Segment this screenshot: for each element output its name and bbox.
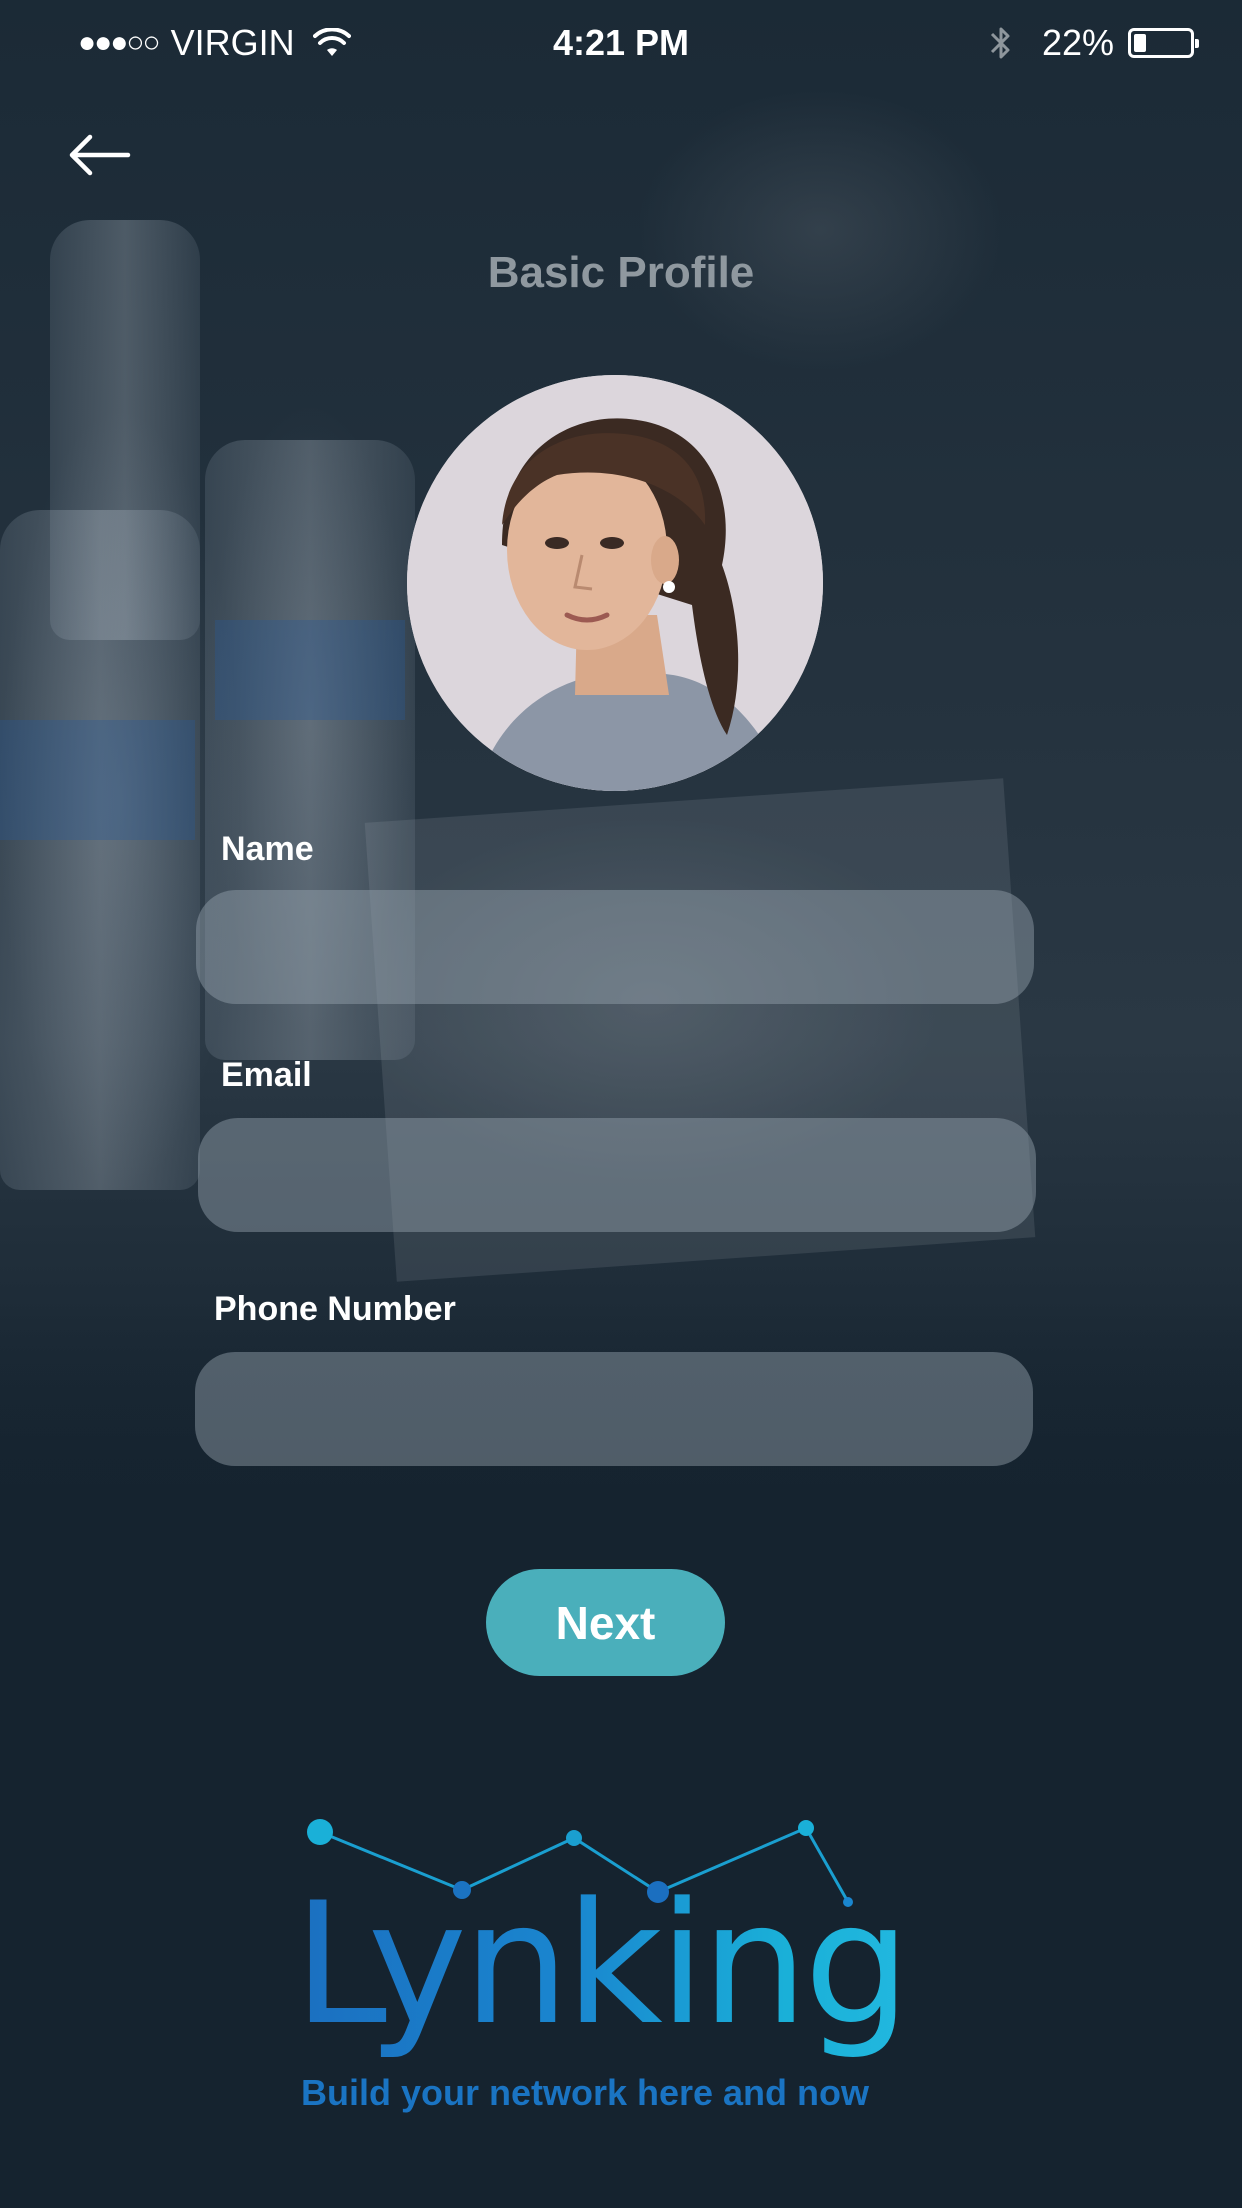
back-button[interactable] <box>64 130 152 200</box>
lynking-logo: Lynking <box>290 1800 911 2080</box>
arrow-left-icon <box>69 134 131 176</box>
phone-number-label: Phone Number <box>214 1290 456 1328</box>
battery-level-fill <box>1134 34 1146 52</box>
profile-photo <box>407 375 823 791</box>
background-bottle-label <box>215 620 405 720</box>
profile-avatar[interactable] <box>407 375 823 791</box>
tagline: Build your network here and now <box>300 2072 870 2113</box>
page-title: Basic Profile <box>487 248 755 297</box>
background-bottle <box>0 510 200 1190</box>
basic-profile-screen: ●●●○○ VIRGIN 4:21 PM 22% Basic Profile N… <box>0 0 1242 2208</box>
logo-wordmark: Lynking <box>290 1866 910 2062</box>
status-bar: ●●●○○ VIRGIN 4:21 PM 22% <box>0 0 1242 90</box>
next-button[interactable]: Next <box>486 1569 725 1676</box>
status-right: 22% <box>988 22 1199 64</box>
battery-icon <box>1128 28 1199 58</box>
name-input[interactable] <box>196 890 1034 1004</box>
phone-number-input[interactable] <box>195 1352 1033 1466</box>
bluetooth-icon <box>990 27 1010 59</box>
background-bottle-label <box>0 720 195 840</box>
email-label: Email <box>221 1056 312 1094</box>
battery-percent: 22% <box>1041 22 1114 63</box>
name-label: Name <box>221 830 314 868</box>
email-input[interactable] <box>198 1118 1036 1232</box>
